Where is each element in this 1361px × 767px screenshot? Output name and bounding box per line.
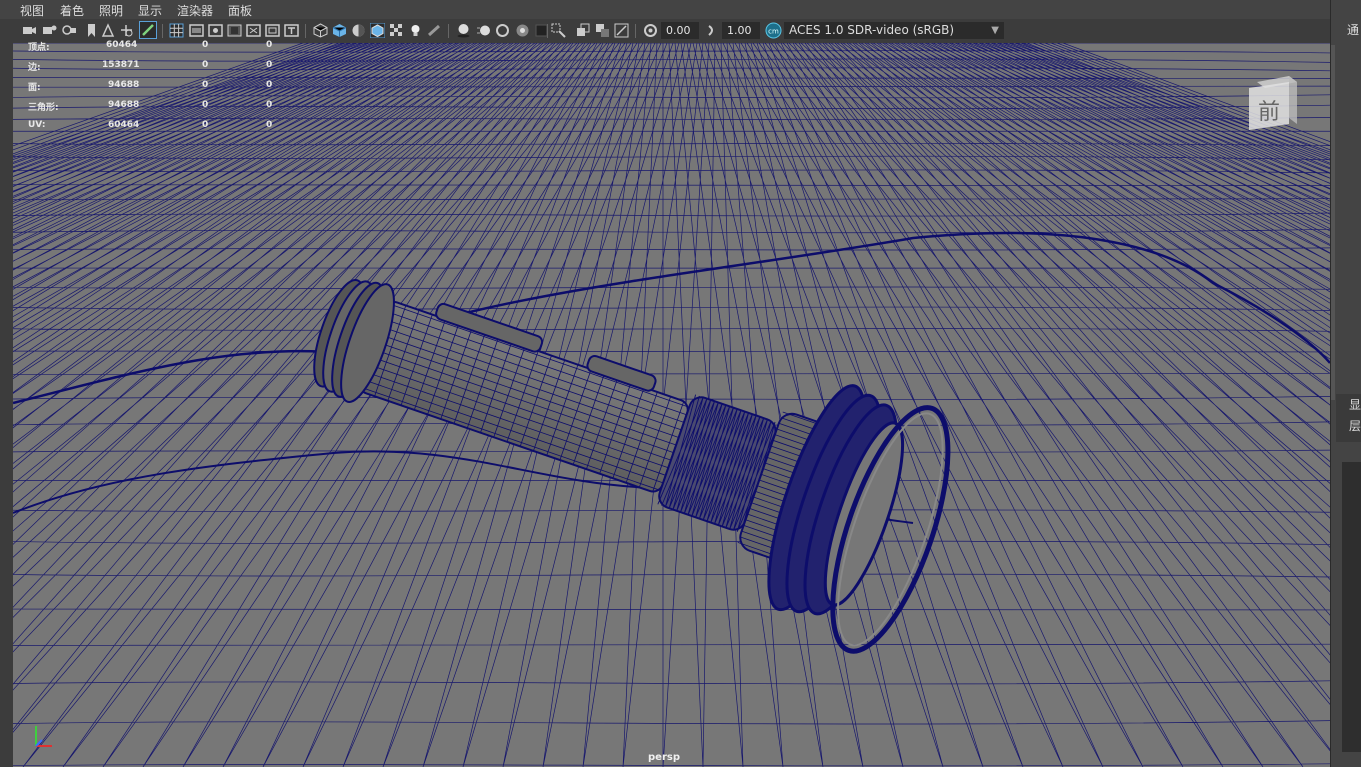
hud-label: 边: (28, 63, 41, 73)
backface-culling-icon[interactable] (614, 23, 629, 38)
depth-of-field-icon[interactable] (515, 23, 530, 38)
gamma-field[interactable]: 1.00 (722, 22, 760, 39)
hud-total: 153871 (102, 60, 140, 70)
hud-selected: 0 (202, 100, 209, 110)
isolate-select-icon[interactable] (551, 23, 566, 38)
hud-component: 0 (266, 40, 273, 50)
hud-label: 顶点: (28, 43, 50, 53)
hud-component: 0 (266, 100, 273, 110)
color-space-dropdown[interactable]: ACES 1.0 SDR-video (sRGB) ▼ (784, 22, 1004, 39)
color-management-icon[interactable]: cm (765, 22, 782, 39)
gamma-icon[interactable] (705, 23, 720, 38)
menu-renderer[interactable]: 渲染器 (177, 2, 213, 19)
hud-component: 0 (266, 120, 273, 130)
menu-view[interactable]: 视图 (20, 2, 44, 19)
panel-divider (1331, 45, 1335, 400)
hud-selected: 0 (202, 60, 209, 70)
hud-total: 94688 (108, 100, 140, 110)
view-cube-front-label: 前 (1258, 100, 1281, 125)
viewport-menu-bar: 视图 着色 照明 显示 渲染器 面板 (0, 0, 1330, 19)
exposure-field[interactable]: 0.00 (661, 22, 699, 39)
toolbar-separator (162, 24, 163, 38)
display-tab[interactable]: 显 (1349, 396, 1361, 413)
shadows-icon[interactable] (427, 23, 442, 38)
hud-total: 60464 (106, 40, 138, 50)
xray-joints-icon[interactable] (576, 23, 591, 38)
hud-total: 94688 (108, 80, 140, 90)
motion-blur-icon[interactable] (476, 23, 491, 38)
resolution-gate-icon[interactable] (208, 23, 223, 38)
exposure-icon[interactable] (643, 23, 658, 38)
menu-lighting[interactable]: 照明 (99, 2, 123, 19)
2d-pan-zoom-icon[interactable] (119, 23, 134, 38)
hud-selected: 0 (202, 80, 209, 90)
view-cube[interactable]: 前 (1249, 74, 1297, 130)
gate-mask-icon[interactable] (227, 23, 242, 38)
film-gate-icon[interactable] (189, 23, 204, 38)
hud-label: 三角形: (28, 103, 59, 113)
toolbar-separator (547, 24, 548, 38)
grid-icon[interactable] (169, 23, 184, 38)
camera-bookmark-icon[interactable] (62, 23, 77, 38)
layer-tab[interactable]: 层 (1349, 417, 1361, 434)
left-panel-strip (0, 19, 13, 767)
layer-list-area (1342, 462, 1361, 752)
menu-panels[interactable]: 面板 (228, 2, 252, 19)
wireframe-scene (13, 43, 1330, 767)
hud-total: 60464 (108, 120, 140, 130)
xray-active-icon[interactable] (595, 23, 610, 38)
toolbar-separator (305, 24, 306, 38)
axis-gizmo-icon (35, 726, 52, 747)
svg-text:cm: cm (768, 28, 779, 36)
camera-attributes-icon[interactable] (42, 23, 57, 38)
color-space-label: ACES 1.0 SDR-video (sRGB) (789, 23, 955, 37)
safe-action-icon[interactable] (265, 23, 280, 38)
grease-pencil-icon[interactable] (139, 21, 157, 39)
use-all-lights-icon[interactable] (408, 23, 423, 38)
3d-viewport[interactable] (13, 43, 1330, 767)
smooth-shade-icon[interactable] (332, 23, 347, 38)
camera-select-icon[interactable] (22, 23, 37, 38)
image-plane-icon[interactable] (101, 23, 116, 38)
textured-icon[interactable] (389, 23, 404, 38)
dropdown-arrow-icon: ▼ (991, 25, 999, 36)
bookmark-icon[interactable] (84, 23, 99, 38)
hud-label: 面: (28, 83, 41, 93)
field-chart-icon[interactable] (246, 23, 261, 38)
camera-name-label: persp (648, 752, 680, 763)
menu-shading[interactable]: 着色 (60, 2, 84, 19)
right-side-panel: 通 显 层 (1330, 0, 1361, 767)
hud-selected: 0 (202, 40, 209, 50)
anti-aliasing-icon[interactable] (495, 23, 510, 38)
safe-title-icon[interactable] (284, 23, 299, 38)
toolbar-separator (635, 24, 636, 38)
toolbar-separator (448, 24, 449, 38)
menu-show[interactable]: 显示 (138, 2, 162, 19)
default-material-icon[interactable] (351, 23, 366, 38)
channel-box-tab[interactable]: 通 (1347, 21, 1359, 38)
screen-space-ao-icon[interactable] (456, 23, 471, 38)
wireframe-on-shaded-icon[interactable] (370, 23, 385, 38)
hud-component: 0 (266, 80, 273, 90)
hud-component: 0 (266, 60, 273, 70)
wireframe-icon[interactable] (313, 23, 328, 38)
hud-label: UV: (28, 120, 46, 130)
hud-selected: 0 (202, 120, 209, 130)
viewport-toolbar: 0.00 1.00 cm ACES 1.0 SDR-video (sRGB) ▼ (0, 19, 1330, 44)
